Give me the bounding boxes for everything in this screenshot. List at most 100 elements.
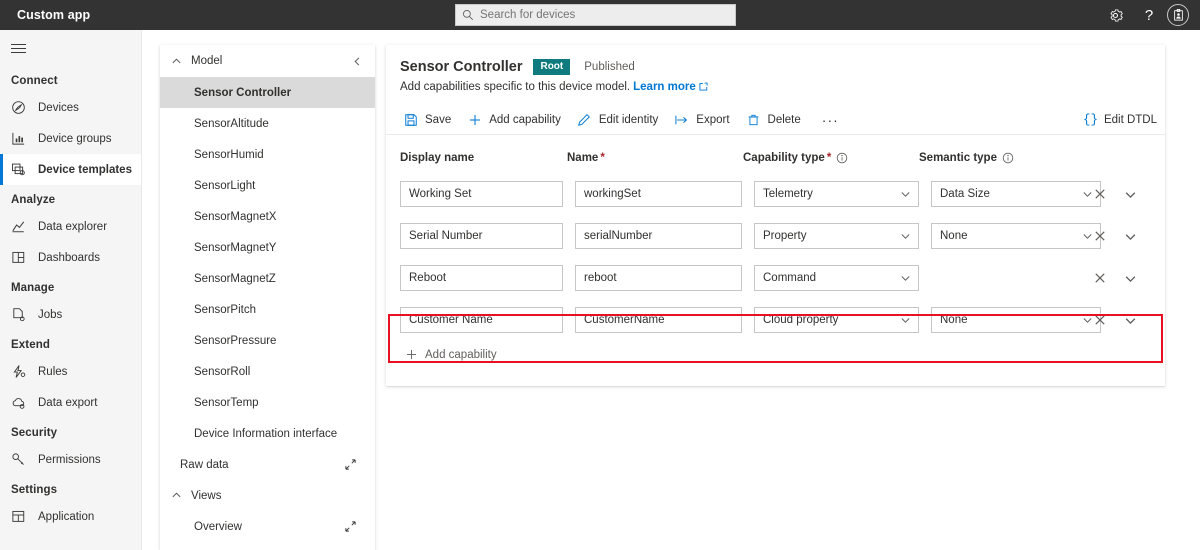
info-icon[interactable]: [836, 152, 848, 164]
sidebar-item-dashboards[interactable]: Dashboards: [0, 242, 141, 273]
remove-capability-icon[interactable]: [1085, 305, 1115, 335]
name-input[interactable]: workingSet: [575, 181, 742, 207]
tree-item-sensorroll[interactable]: SensorRoll: [160, 356, 375, 387]
semantic-type-select[interactable]: None: [931, 307, 1101, 333]
search-input[interactable]: [480, 9, 729, 21]
remove-capability-icon[interactable]: [1085, 263, 1115, 293]
help-icon[interactable]: ?: [1132, 0, 1166, 30]
sidebar-item-permissions[interactable]: Permissions: [0, 444, 141, 475]
search-box[interactable]: [455, 4, 736, 26]
views-section-header[interactable]: Views: [160, 480, 375, 511]
sidebar-item-label: Device templates: [38, 163, 132, 176]
rules-icon: [11, 364, 29, 380]
semantic-type-select[interactable]: Data Size: [931, 181, 1101, 207]
sidebar-item-data-export[interactable]: Data export: [0, 387, 141, 418]
add-capability-link-label: Add capability: [425, 348, 497, 361]
expand-row-chevron-down-icon[interactable]: [1115, 179, 1145, 209]
name-input[interactable]: reboot: [575, 265, 742, 291]
expand-row-chevron-down-icon[interactable]: [1115, 263, 1145, 293]
tree-item-sensor-controller[interactable]: Sensor Controller: [160, 77, 375, 108]
capability-type-select[interactable]: Property: [754, 223, 919, 249]
name-input[interactable]: CustomerName: [575, 307, 742, 333]
tree-item-label: SensorMagnetZ: [194, 272, 276, 285]
tree-item-sensorhumid[interactable]: SensorHumid: [160, 139, 375, 170]
sidebar-item-label: Data explorer: [38, 220, 108, 233]
tree-item-sensormagnety[interactable]: SensorMagnetY: [160, 232, 375, 263]
semantic-type-select[interactable]: None: [931, 223, 1101, 249]
chevron-down-icon: [900, 315, 911, 326]
gear-icon[interactable]: [1098, 0, 1132, 30]
tree-item-device-information-interface[interactable]: Device Information interface: [160, 418, 375, 449]
sidebar: Connect Devices Device groups Device templa…: [0, 30, 142, 550]
sidebar-item-device-templates[interactable]: Device templates: [0, 154, 141, 185]
tree-item-sensoraltitude[interactable]: SensorAltitude: [160, 108, 375, 139]
tree-item-sensorpitch[interactable]: SensorPitch: [160, 294, 375, 325]
edit-dtdl-button[interactable]: {} Edit DTDL: [1083, 105, 1157, 135]
sidebar-item-data-explorer[interactable]: Data explorer: [0, 211, 141, 242]
edit-identity-label: Edit identity: [598, 113, 659, 126]
export-arrow-icon: [673, 112, 690, 128]
sidebar-item-label: Rules: [38, 365, 68, 378]
sidebar-section-security: Security: [11, 427, 58, 439]
tree-item-sensorpressure[interactable]: SensorPressure: [160, 325, 375, 356]
sidebar-item-rules[interactable]: Rules: [0, 356, 141, 387]
capabilities-table: Display name Name * Capability type * Sema…: [386, 143, 1165, 361]
display-name-input[interactable]: Serial Number: [400, 223, 563, 249]
sidebar-item-label: Data export: [38, 396, 98, 409]
card-title-row: Sensor Controller Root Published: [386, 45, 1165, 75]
sidebar-item-label: Dashboards: [38, 251, 101, 264]
hamburger-menu-icon[interactable]: [0, 30, 142, 66]
required-asterisk: *: [600, 152, 605, 164]
info-icon[interactable]: [1002, 152, 1014, 164]
sidebar-item-application[interactable]: Application: [0, 501, 141, 532]
publish-status: Published: [584, 61, 635, 73]
capability-type-select[interactable]: Telemetry: [754, 181, 919, 207]
sidebar-item-device-groups[interactable]: Device groups: [0, 123, 141, 154]
save-button[interactable]: Save: [400, 106, 460, 134]
learn-more-link[interactable]: Learn more: [633, 81, 696, 93]
sidebar-item-devices[interactable]: Devices: [0, 92, 141, 123]
expand-diagonal-icon[interactable]: [343, 520, 357, 534]
remove-capability-icon[interactable]: [1085, 179, 1115, 209]
display-name-input[interactable]: Working Set: [400, 181, 563, 207]
edit-identity-button[interactable]: Edit identity: [574, 106, 667, 134]
tree-item-label: Device Information interface: [194, 427, 338, 440]
tree-item-label: SensorAltitude: [194, 117, 269, 130]
chevron-left-icon[interactable]: [349, 53, 365, 69]
display-name-input[interactable]: Reboot: [400, 265, 563, 291]
capability-type-value: Command: [763, 272, 817, 284]
remove-capability-icon[interactable]: [1085, 221, 1115, 251]
tree-item-label: SensorPressure: [194, 334, 277, 347]
tree-item-raw-data[interactable]: Raw data: [160, 449, 375, 480]
avatar: [1167, 4, 1189, 26]
expand-diagonal-icon[interactable]: [343, 458, 357, 472]
column-label: Semantic type: [919, 152, 997, 164]
app-title: Custom app: [17, 8, 91, 22]
display-name-value: Reboot: [409, 272, 447, 284]
account-button[interactable]: [1166, 0, 1200, 30]
tree-item-sensorlight[interactable]: SensorLight: [160, 170, 375, 201]
tree-item-sensormagnetx[interactable]: SensorMagnetX: [160, 201, 375, 232]
display-name-input[interactable]: Customer Name: [400, 307, 563, 333]
tree-item-label: SensorTemp: [194, 396, 259, 409]
tree-item-overview[interactable]: Overview: [160, 511, 375, 542]
sidebar-section-settings: Settings: [11, 484, 58, 496]
expand-row-chevron-down-icon[interactable]: [1115, 305, 1145, 335]
tree-item-sensortemp[interactable]: SensorTemp: [160, 387, 375, 418]
add-capability-link[interactable]: Add capability: [386, 348, 1165, 361]
model-section-header[interactable]: Model: [160, 45, 375, 77]
more-options-button[interactable]: ···: [814, 106, 848, 134]
delete-button[interactable]: Delete: [743, 106, 810, 134]
expand-row-chevron-down-icon[interactable]: [1115, 221, 1145, 251]
tree-item-sensormagnetz[interactable]: SensorMagnetZ: [160, 263, 375, 294]
name-input[interactable]: serialNumber: [575, 223, 742, 249]
sidebar-section-extend: Extend: [11, 339, 50, 351]
sidebar-item-jobs[interactable]: Jobs: [0, 299, 141, 330]
add-capability-button[interactable]: Add capability: [464, 106, 570, 134]
name-value: serialNumber: [584, 230, 653, 242]
export-button[interactable]: Export: [671, 106, 738, 134]
capability-type-select[interactable]: Command: [754, 265, 919, 291]
key-icon: [11, 452, 29, 468]
capability-type-select[interactable]: Cloud property: [754, 307, 919, 333]
external-link-icon: [699, 82, 708, 94]
